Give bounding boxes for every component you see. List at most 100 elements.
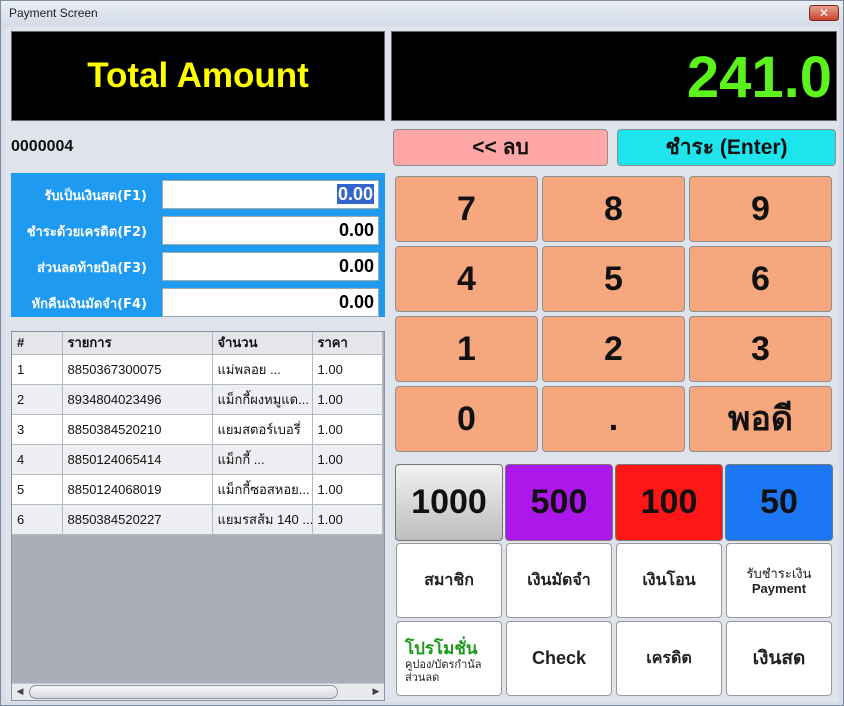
key-decimal-button[interactable]: .	[542, 386, 685, 452]
cell: 8850384520210	[62, 414, 213, 445]
key-5-button[interactable]: 5	[542, 246, 685, 312]
cash-value: 0.00	[336, 184, 374, 204]
promotion-button[interactable]: โปรโมชั่น คูปอง/บัตรกำนัล ส่วนลด	[396, 621, 502, 696]
table-row[interactable]: 4 8850124065414 แม็กกี้ ... 1.00	[12, 444, 383, 475]
scroll-left-icon[interactable]: ◀	[14, 686, 26, 698]
deposit-refund-label: หักคืนเงินมัดจำ(F4)	[31, 297, 147, 312]
column-header[interactable]: ราคา	[312, 332, 383, 355]
cell: 3	[12, 414, 63, 445]
cash-button-label: เงินสด	[752, 648, 806, 669]
receive-payment-button[interactable]: รับชำระเงิน Payment	[726, 543, 832, 618]
credit-button-label: เครดิต	[646, 650, 692, 667]
cell: 1.00	[312, 414, 383, 445]
receive-payment-label: รับชำระเงิน Payment	[727, 566, 831, 596]
transfer-button[interactable]: เงินโอน	[616, 543, 722, 618]
deposit-refund-row: หักคืนเงินมัดจำ(F4) 0.00	[11, 287, 385, 317]
cell: 8934804023496	[62, 384, 213, 415]
cell: 1.00	[312, 474, 383, 505]
promotion-discount-label: ส่วนลด	[405, 672, 440, 684]
credit-button[interactable]: เครดิต	[616, 621, 722, 696]
discount-label: ส่วนลดท้ายบิล(F3)	[36, 261, 147, 276]
bill-50-button[interactable]: 50	[725, 464, 833, 541]
bill-500-button[interactable]: 500	[505, 464, 613, 541]
deposit-button[interactable]: เงินมัดจำ	[506, 543, 612, 618]
promotion-subtitle: คูปอง/บัตรกำนัล ส่วนลด	[405, 659, 482, 685]
transfer-label: เงินโอน	[642, 572, 696, 589]
horizontal-scrollbar[interactable]: ◀ ▶	[12, 683, 384, 700]
cell: 8850124065414	[62, 444, 213, 475]
column-header[interactable]: #	[12, 332, 63, 355]
delete-button[interactable]: << ลบ	[393, 129, 608, 166]
key-3-button[interactable]: 3	[689, 316, 832, 382]
key-9-button[interactable]: 9	[689, 176, 832, 242]
close-button[interactable]: ✕	[809, 5, 839, 21]
scroll-right-icon[interactable]: ▶	[370, 686, 382, 698]
promotion-coupon-label: คูปอง/บัตรกำนัล	[405, 659, 482, 671]
cell: 5	[12, 474, 63, 505]
cell: 2	[12, 384, 63, 415]
cell: แม็กกี้ ...	[212, 444, 313, 475]
window-title: Payment Screen	[9, 6, 98, 20]
bill-100-button[interactable]: 100	[615, 464, 723, 541]
bill-1000-button[interactable]: 1000	[395, 464, 503, 541]
client-area: Total Amount 241.0 0000004 รับเป็นเงินสด…	[5, 26, 839, 702]
cell: 1	[12, 354, 63, 385]
cell: 4	[12, 444, 63, 475]
cell: 8850367300075	[62, 354, 213, 385]
member-button[interactable]: สมาชิก	[396, 543, 502, 618]
cell: แยมรสส้ม 140 ...	[212, 504, 313, 535]
discount-row: ส่วนลดท้ายบิล(F3) 0.00	[11, 251, 385, 281]
exact-amount-button[interactable]: พอดี	[689, 386, 832, 452]
credit-label: ชำระด้วยเครดิต(F2)	[26, 225, 147, 240]
member-label: สมาชิก	[424, 572, 474, 589]
items-grid[interactable]: # รายการ จำนวน ราคา 1 8850367300075 แม่พ…	[11, 331, 385, 701]
promotion-title: โปรโมชั่น	[405, 639, 478, 658]
payment-window: Payment Screen ✕ Total Amount 241.0 0000…	[0, 0, 844, 706]
cash-label: รับเป็นเงินสด(F1)	[44, 189, 147, 204]
cell: 1.00	[312, 354, 383, 385]
cell: แม็กกี้ซอสหอย...	[212, 474, 313, 505]
key-8-button[interactable]: 8	[542, 176, 685, 242]
total-amount: 241.0	[686, 45, 832, 110]
table-header: # รายการ จำนวน ราคา	[12, 332, 383, 355]
cash-input[interactable]: 0.00	[162, 180, 379, 209]
column-header[interactable]: จำนวน	[212, 332, 313, 355]
credit-input[interactable]: 0.00	[162, 216, 379, 245]
cell: แม็กกี้ผงหมูแด...	[212, 384, 313, 415]
table-row[interactable]: 6 8850384520227 แยมรสส้ม 140 ... 1.00	[12, 504, 383, 535]
receive-payment-english: Payment	[751, 581, 807, 596]
cell: แม่พลอย ...	[212, 354, 313, 385]
items-table: # รายการ จำนวน ราคา 1 8850367300075 แม่พ…	[12, 332, 383, 535]
cell: 1.00	[312, 384, 383, 415]
deposit-refund-input[interactable]: 0.00	[162, 288, 379, 317]
key-2-button[interactable]: 2	[542, 316, 685, 382]
table-row[interactable]: 1 8850367300075 แม่พลอย ... 1.00	[12, 354, 383, 385]
key-1-button[interactable]: 1	[395, 316, 538, 382]
cash-button[interactable]: เงินสด	[726, 621, 832, 696]
scroll-thumb[interactable]	[29, 685, 338, 699]
cell: 8850124068019	[62, 474, 213, 505]
total-value-panel: 241.0	[391, 31, 837, 121]
check-label: Check	[531, 648, 587, 668]
key-4-button[interactable]: 4	[395, 246, 538, 312]
cell: 6	[12, 504, 63, 535]
deposit-label: เงินมัดจำ	[527, 572, 591, 589]
table-row[interactable]: 2 8934804023496 แม็กกี้ผงหมูแด... 1.00	[12, 384, 383, 415]
title-bar: Payment Screen ✕	[1, 1, 843, 25]
key-6-button[interactable]: 6	[689, 246, 832, 312]
receive-payment-thai: รับชำระเงิน	[746, 566, 812, 581]
cell: 1.00	[312, 504, 383, 535]
key-7-button[interactable]: 7	[395, 176, 538, 242]
cell: 8850384520227	[62, 504, 213, 535]
column-header[interactable]: รายการ	[62, 332, 213, 355]
key-0-button[interactable]: 0	[395, 386, 538, 452]
discount-input[interactable]: 0.00	[162, 252, 379, 281]
check-button[interactable]: Check	[506, 621, 612, 696]
cell: 1.00	[312, 444, 383, 475]
total-label-panel: Total Amount	[11, 31, 385, 121]
table-row[interactable]: 3 8850384520210 แยมสตอร์เบอรี่ 1.00	[12, 414, 383, 445]
pay-enter-button[interactable]: ชำระ (Enter)	[617, 129, 836, 166]
cash-row: รับเป็นเงินสด(F1) 0.00	[11, 179, 385, 209]
payment-entry-panel: รับเป็นเงินสด(F1) 0.00 ชำระด้วยเครดิต(F2…	[11, 173, 385, 317]
table-row[interactable]: 5 8850124068019 แม็กกี้ซอสหอย... 1.00	[12, 474, 383, 505]
